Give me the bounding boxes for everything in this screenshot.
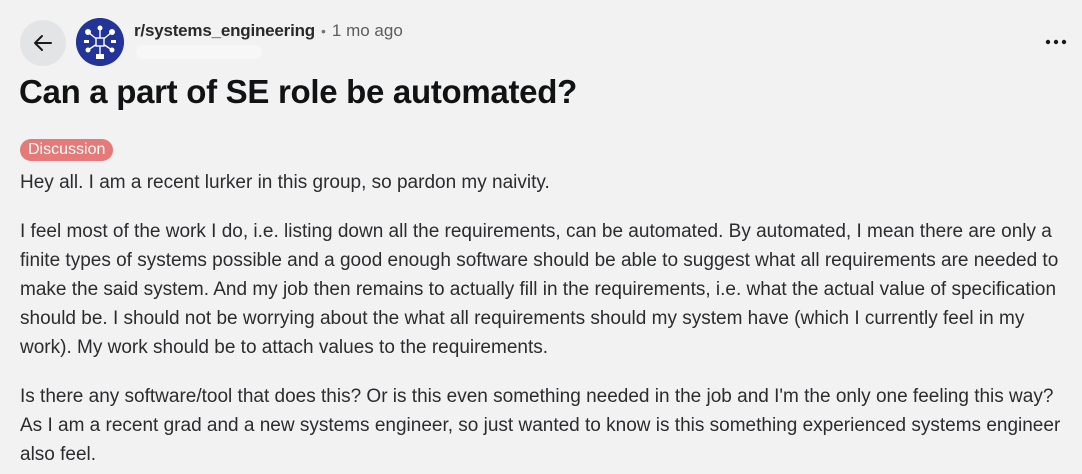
subreddit-avatar-graphic	[76, 18, 124, 66]
back-button[interactable]	[20, 20, 66, 66]
post-page: r/systems_engineering • 1 mo ago Can a p…	[0, 0, 1082, 474]
post-paragraph: I feel most of the work I do, i.e. listi…	[20, 221, 1059, 358]
post-time: 1 mo ago	[331, 21, 403, 40]
more-horizontal-icon	[1045, 39, 1067, 45]
subreddit-link[interactable]: r/systems_engineering	[134, 21, 315, 41]
more-options-button[interactable]	[1036, 30, 1076, 54]
post-paragraph: Hey all. I am a recent lurker in this gr…	[20, 172, 550, 193]
post-meta: r/systems_engineering • 1 mo ago	[134, 20, 403, 42]
post-flair-badge[interactable]: Discussion	[20, 139, 114, 161]
post-paragraph: Is there any software/tool that does thi…	[20, 386, 1061, 465]
subreddit-avatar[interactable]	[76, 18, 124, 66]
post-title: Can a part of SE role be automated?	[19, 73, 577, 110]
author-name-redacted	[136, 45, 262, 59]
meta-separator: •	[321, 23, 326, 39]
post-body: Hey all. I am a recent lurker in this gr…	[20, 168, 1070, 474]
arrow-left-icon	[34, 35, 52, 51]
